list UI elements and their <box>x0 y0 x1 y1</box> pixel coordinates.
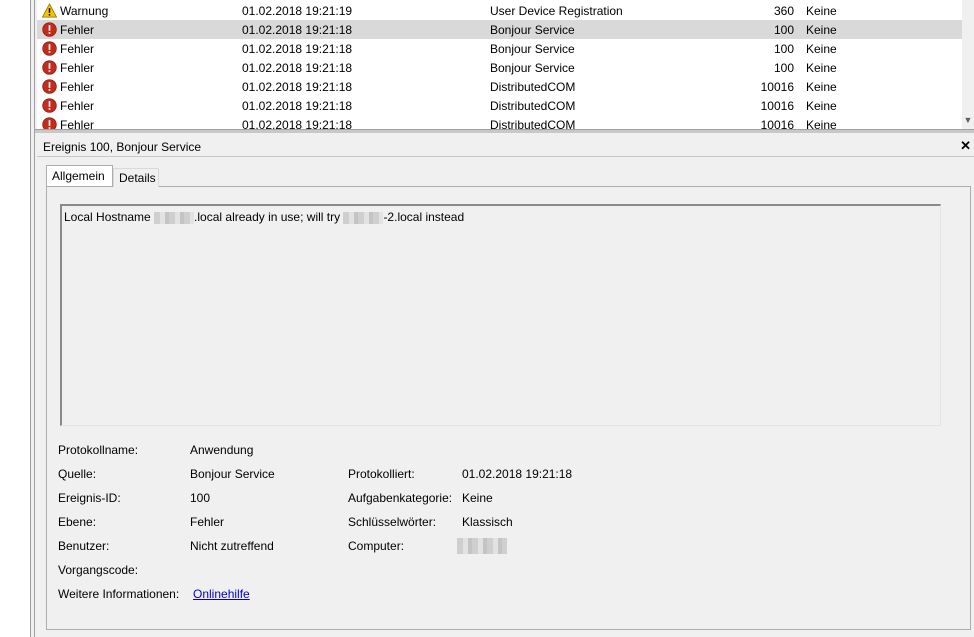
table-row[interactable]: Fehler 01.02.2018 19:21:18 DistributedCO… <box>37 77 962 96</box>
table-row[interactable]: Fehler 01.02.2018 19:21:18 DistributedCO… <box>37 115 962 129</box>
message-part-3: -2.local instead <box>383 210 465 224</box>
event-id-cell: 10016 <box>760 99 794 113</box>
task-cell: Keine <box>806 118 837 129</box>
level-cell: Fehler <box>60 80 95 94</box>
user-value: Nicht zutreffend <box>190 539 274 553</box>
pane-splitter[interactable] <box>35 129 974 133</box>
left-margin <box>0 0 30 637</box>
event-id-cell: 100 <box>773 42 794 56</box>
event-id-cell: 10016 <box>760 118 794 129</box>
event-id-cell: 360 <box>773 4 794 18</box>
table-row-selected[interactable]: Fehler 01.02.2018 19:21:18 Bonjour Servi… <box>37 20 962 39</box>
source-cell: DistributedCOM <box>490 118 576 129</box>
level-cell: Fehler <box>60 99 95 113</box>
task-cell: Keine <box>806 42 837 56</box>
details-title: Ereignis 100, Bonjour Service <box>43 140 202 154</box>
event-id-cell: 10016 <box>760 80 794 94</box>
table-row[interactable]: Fehler 01.02.2018 19:21:18 Bonjour Servi… <box>37 58 962 77</box>
event-id-cell: 100 <box>773 23 794 37</box>
error-icon <box>42 117 57 129</box>
online-help-link[interactable]: Onlinehilfe <box>193 587 250 601</box>
opcode-label: Vorgangscode: <box>58 563 139 577</box>
left-border <box>30 0 31 637</box>
level-cell: Warnung <box>60 4 109 18</box>
log-name-value: Anwendung <box>190 443 254 457</box>
scroll-down-icon[interactable]: ▼ <box>963 115 973 125</box>
event-list[interactable]: Warnung 01.02.2018 19:21:19 User Device … <box>37 0 974 129</box>
error-icon <box>42 79 57 94</box>
event-id-value: 100 <box>190 491 211 505</box>
message-part-1: Local Hostname <box>64 210 155 224</box>
tab-allgemein[interactable]: Allgemein <box>46 165 113 186</box>
level-label: Ebene: <box>58 515 97 529</box>
warning-icon <box>42 3 57 18</box>
task-cell: Keine <box>806 23 837 37</box>
event-id-label: Ereignis-ID: <box>58 491 121 505</box>
date-cell: 01.02.2018 19:21:18 <box>242 99 353 113</box>
date-cell: 01.02.2018 19:21:18 <box>242 61 353 75</box>
source-cell: Bonjour Service <box>490 61 575 75</box>
date-cell: 01.02.2018 19:21:19 <box>242 4 353 18</box>
date-cell: 01.02.2018 19:21:18 <box>242 118 353 129</box>
date-cell: 01.02.2018 19:21:18 <box>242 23 353 37</box>
task-category-label: Aufgabenkategorie: <box>348 491 453 505</box>
date-cell: 01.02.2018 19:21:18 <box>242 42 353 56</box>
error-icon <box>42 98 57 113</box>
more-info-label: Weitere Informationen: <box>58 587 180 601</box>
redacted-hostname <box>154 211 195 224</box>
task-cell: Keine <box>806 61 837 75</box>
table-row[interactable]: Fehler 01.02.2018 19:21:18 Bonjour Servi… <box>37 39 962 58</box>
source-cell: DistributedCOM <box>490 80 576 94</box>
log-name-label: Protokollname: <box>58 443 139 457</box>
close-icon[interactable]: ✕ <box>960 138 971 154</box>
task-cell: Keine <box>806 99 837 113</box>
source-cell: DistributedCOM <box>490 99 576 113</box>
event-id-cell: 100 <box>773 61 794 75</box>
source-cell: Bonjour Service <box>490 42 575 56</box>
event-message: Local Hostname .local already in use; wi… <box>64 210 464 224</box>
user-label: Benutzer: <box>58 539 110 553</box>
source-cell: User Device Registration <box>490 4 623 18</box>
redacted-computer-name <box>457 538 507 554</box>
error-icon <box>42 22 57 37</box>
error-icon <box>42 41 57 56</box>
task-cell: Keine <box>806 4 837 18</box>
keywords-value: Klassisch <box>462 515 513 529</box>
message-part-2: .local already in use; will try <box>194 210 344 224</box>
level-cell: Fehler <box>60 118 95 129</box>
tab-details[interactable]: Details <box>113 168 159 187</box>
keywords-label: Schlüsselwörter: <box>348 515 437 529</box>
level-cell: Fehler <box>60 23 95 37</box>
computer-label: Computer: <box>348 539 405 553</box>
details-header: Ereignis 100, Bonjour Service ✕ <box>37 136 974 157</box>
source-label: Quelle: <box>58 467 97 481</box>
vertical-scrollbar[interactable]: ▼ <box>962 0 974 129</box>
table-row[interactable]: Warnung 01.02.2018 19:21:19 User Device … <box>37 1 962 20</box>
task-cell: Keine <box>806 80 837 94</box>
left-border-inner <box>34 0 35 637</box>
level-cell: Fehler <box>60 61 95 75</box>
task-category-value: Keine <box>462 491 493 505</box>
table-row[interactable]: Fehler 01.02.2018 19:21:18 DistributedCO… <box>37 96 962 115</box>
logged-value: 01.02.2018 19:21:18 <box>462 467 573 481</box>
source-value: Bonjour Service <box>190 467 275 481</box>
error-icon <box>42 60 57 75</box>
redacted-hostname <box>343 211 384 224</box>
source-cell: Bonjour Service <box>490 23 575 37</box>
logged-label: Protokolliert: <box>348 467 415 481</box>
event-message-box[interactable]: Local Hostname .local already in use; wi… <box>60 204 941 426</box>
level-value: Fehler <box>190 515 225 529</box>
date-cell: 01.02.2018 19:21:18 <box>242 80 353 94</box>
level-cell: Fehler <box>60 42 95 56</box>
